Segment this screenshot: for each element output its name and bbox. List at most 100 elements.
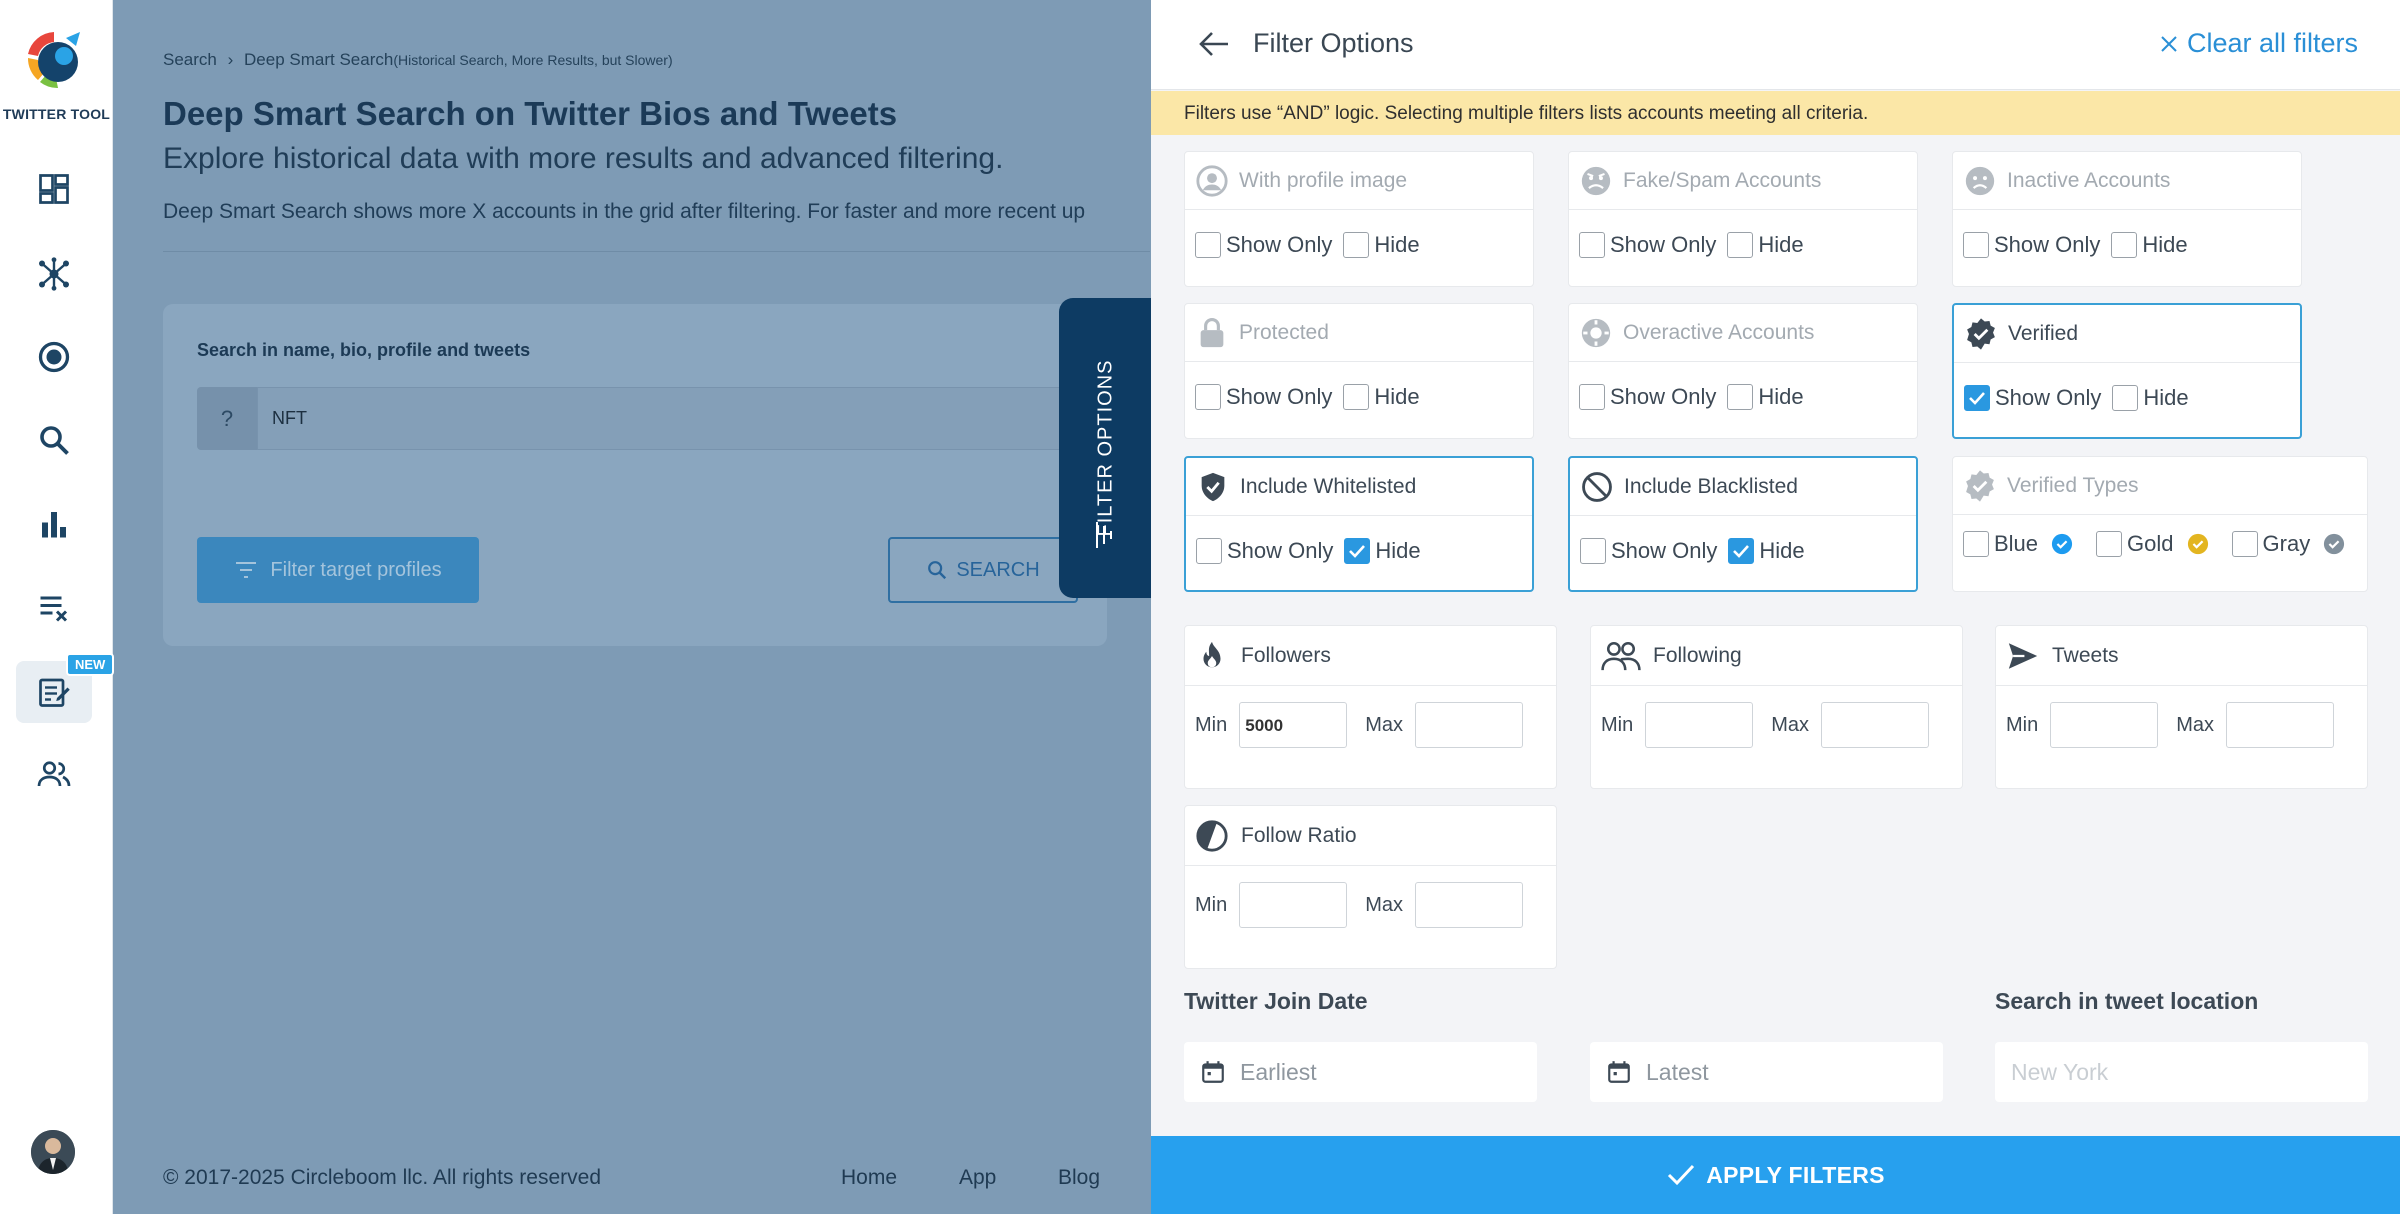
- protected-filter-card: Protected Show Only Hide: [1184, 303, 1534, 439]
- dashboard-icon: [39, 174, 69, 204]
- filter-options-tab-label: FILTER OPTIONS: [1094, 359, 1116, 537]
- followers-range: Min 5000 Max: [1195, 702, 1541, 748]
- search-label: Search in name, bio, profile and tweets: [197, 340, 531, 360]
- following-card: Following Min Max: [1590, 625, 1963, 789]
- nav-network[interactable]: [30, 250, 78, 298]
- tweet-location-input[interactable]: New York: [1995, 1042, 2368, 1102]
- search-icon: [928, 561, 947, 580]
- apply-filters-button[interactable]: APPLY FILTERS: [1151, 1136, 2400, 1214]
- nav-clear-list[interactable]: [30, 583, 78, 631]
- tweets-min-input[interactable]: [2050, 702, 2159, 748]
- user-avatar[interactable]: [31, 1130, 75, 1174]
- show-only-label: Show Only: [1611, 538, 1718, 563]
- inactive-accounts-show-only-checkbox[interactable]: [1963, 232, 1989, 258]
- show-only-label: Show Only: [1226, 384, 1333, 409]
- verified-blue-checkbox[interactable]: [1963, 531, 1989, 557]
- verified-hide-checkbox[interactable]: [2112, 385, 2139, 411]
- hide-label: Hide: [1374, 232, 1420, 257]
- nav-users[interactable]: [30, 750, 78, 798]
- search-button[interactable]: SEARCH: [888, 537, 1078, 603]
- chevron-right-icon: ›: [227, 50, 234, 69]
- nav-target[interactable]: [30, 333, 78, 381]
- with-profile-image-header: With profile image: [1185, 152, 1533, 210]
- footer-link-app[interactable]: App: [959, 1166, 996, 1190]
- follow-ratio-max-input[interactable]: [1415, 882, 1524, 928]
- sidebar: TWITTER TOOL NEW: [0, 0, 115, 1214]
- shield-check-icon: [1201, 472, 1225, 501]
- profile-image-icon: [1196, 164, 1228, 197]
- protected-hide-checkbox[interactable]: [1343, 384, 1370, 410]
- nav-search[interactable]: [30, 416, 78, 464]
- inactive-accounts-hide-checkbox[interactable]: [2111, 232, 2138, 258]
- verified-options: Show Only Hide: [1964, 385, 2195, 411]
- breadcrumb: Search › Deep Smart Search(Historical Se…: [163, 50, 673, 70]
- filter-target-profiles-button[interactable]: Filter target profiles: [197, 537, 479, 603]
- tweets-max-input[interactable]: [2226, 702, 2335, 748]
- footer-link-home[interactable]: Home: [841, 1166, 897, 1190]
- include-blacklisted-filter-card: Include Blacklisted Show Only Hide: [1568, 456, 1918, 592]
- verified-header: Verified: [1954, 305, 2300, 363]
- following-min-input[interactable]: [1645, 702, 1754, 748]
- breadcrumb-root[interactable]: Search: [163, 50, 217, 69]
- verified-gray-label: Gray: [2262, 531, 2311, 556]
- hide-label: Hide: [1374, 384, 1420, 409]
- clear-all-filters-button[interactable]: Clear all filters: [2159, 28, 2358, 59]
- followers-min-input[interactable]: 5000: [1239, 702, 1348, 748]
- following-max-input[interactable]: [1821, 702, 1930, 748]
- tweets-header: Tweets: [1996, 626, 2367, 686]
- verified-gold-checkbox[interactable]: [2096, 531, 2123, 557]
- followers-max-input[interactable]: [1415, 702, 1524, 748]
- send-icon: [2008, 642, 2038, 669]
- fake-spam-accounts-show-only-checkbox[interactable]: [1579, 232, 1605, 258]
- followers-card: Followers Min 5000 Max: [1184, 625, 1557, 789]
- verified-gray-checkbox[interactable]: [2231, 531, 2258, 557]
- nav-dashboard[interactable]: [30, 165, 78, 213]
- overactive-accounts-options: Show Only Hide: [1579, 384, 1810, 410]
- fake-spam-accounts-options: Show Only Hide: [1579, 232, 1810, 258]
- verified-gold-badge-icon: [2187, 533, 2208, 555]
- protected-header: Protected: [1185, 304, 1533, 362]
- with-profile-image-show-only-checkbox[interactable]: [1195, 232, 1221, 258]
- nav-analytics[interactable]: [30, 500, 78, 548]
- verified-types-card: Verified Types Blue Gold Gray: [1952, 456, 2368, 592]
- following-people-icon: [1601, 641, 1641, 670]
- protected-show-only-checkbox[interactable]: [1195, 384, 1221, 410]
- search-help-icon[interactable]: ?: [197, 387, 257, 450]
- overactive-accounts-hide-checkbox[interactable]: [1727, 384, 1754, 410]
- page-description: Deep Smart Search shows more X accounts …: [163, 200, 1086, 223]
- inactive-accounts-filter-card: Inactive Accounts Show Only Hide: [1952, 151, 2302, 287]
- follow-ratio-range: Min Max: [1195, 882, 1541, 928]
- page-title: Deep Smart Search on Twitter Bios and Tw…: [163, 95, 898, 132]
- hide-label: Hide: [1758, 232, 1804, 257]
- latest-date-input[interactable]: Latest: [1590, 1042, 1943, 1102]
- panel-header: Filter Options Clear all filters: [1151, 0, 2400, 90]
- verified-types-icon: [1966, 469, 1994, 502]
- with-profile-image-hide-checkbox[interactable]: [1343, 232, 1370, 258]
- include-blacklisted-show-only-checkbox[interactable]: [1580, 538, 1606, 564]
- search-input[interactable]: NFT: [257, 387, 1107, 450]
- earliest-date-input[interactable]: Earliest: [1184, 1042, 1537, 1102]
- include-whitelisted-hide-checkbox[interactable]: [1344, 538, 1371, 564]
- following-range: Min Max: [1601, 702, 1947, 748]
- footer-link-blog[interactable]: Blog: [1058, 1166, 1100, 1190]
- verified-types-label: Verified Types: [2007, 473, 2139, 497]
- fake-spam-accounts-hide-checkbox[interactable]: [1727, 232, 1754, 258]
- verified-show-only-checkbox[interactable]: [1964, 385, 1990, 411]
- footer-copyright: © 2017-2025 Circleboom llc. All rights r…: [163, 1166, 602, 1189]
- include-blacklisted-hide-checkbox[interactable]: [1728, 538, 1755, 564]
- include-whitelisted-show-only-checkbox[interactable]: [1196, 538, 1222, 564]
- hide-label: Hide: [2142, 232, 2188, 257]
- fake-spam-accounts-header: Fake/Spam Accounts: [1569, 152, 1917, 210]
- back-button[interactable]: [1196, 28, 1232, 60]
- show-only-label: Show Only: [1994, 232, 2101, 257]
- filter-options-tab[interactable]: FILTER OPTIONS: [1059, 298, 1152, 598]
- tweets-label: Tweets: [2052, 643, 2119, 667]
- include-whitelisted-label: Include Whitelisted: [1240, 474, 1417, 498]
- follow-ratio-min-input[interactable]: [1239, 882, 1348, 928]
- overactive-accounts-show-only-checkbox[interactable]: [1579, 384, 1605, 410]
- users-icon: [37, 761, 71, 787]
- show-only-label: Show Only: [1226, 232, 1333, 257]
- filter-tab-icon: [1096, 522, 1112, 548]
- twitter-tool-logo[interactable]: [24, 28, 84, 92]
- hide-label: Hide: [1759, 538, 1805, 563]
